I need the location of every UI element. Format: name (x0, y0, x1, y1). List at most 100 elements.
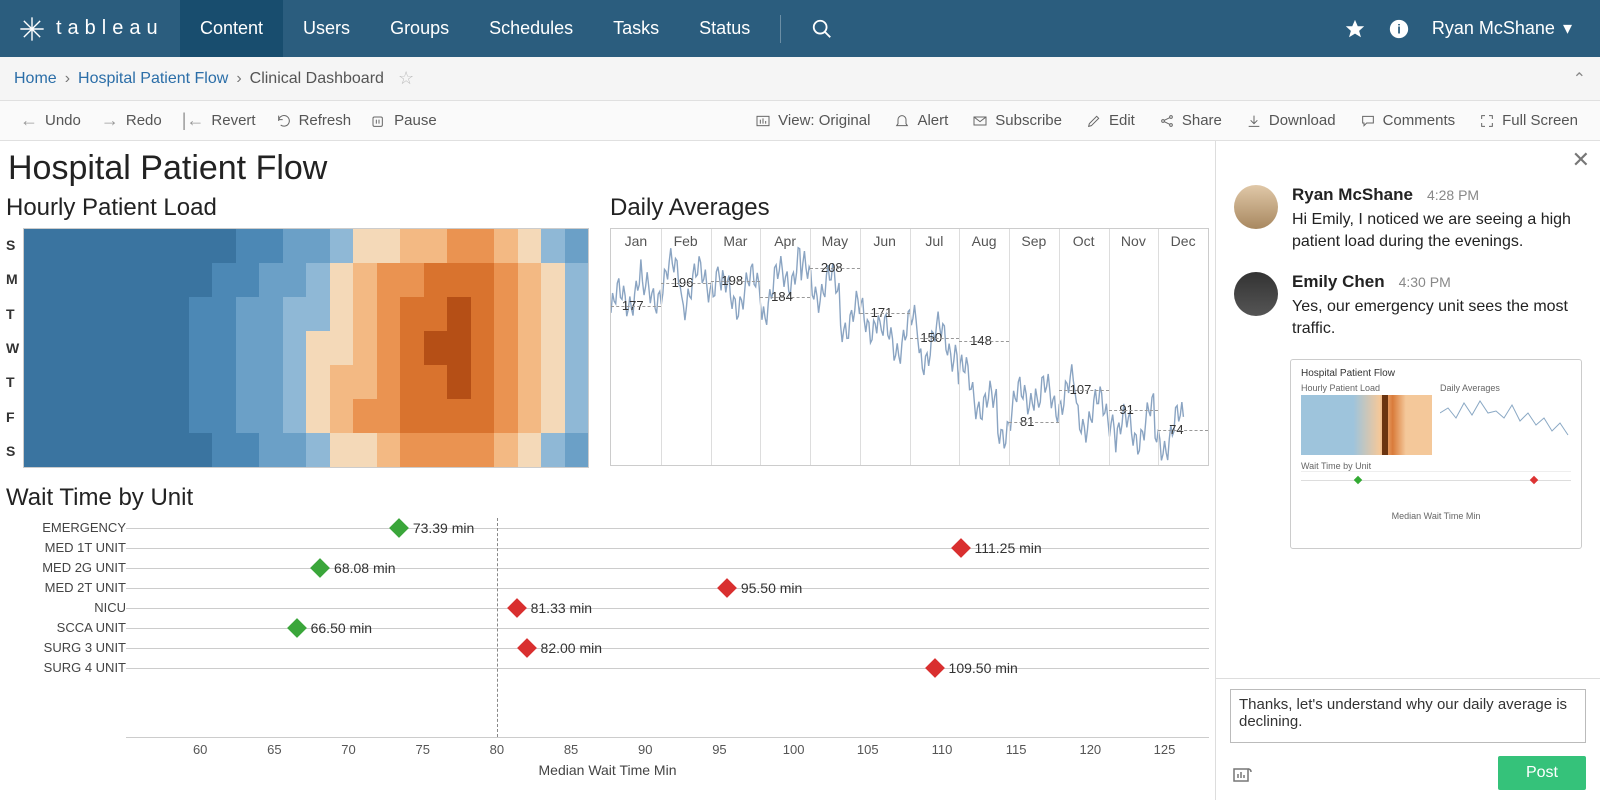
heatmap-cell[interactable] (189, 263, 213, 297)
heatmap-cell[interactable] (447, 263, 471, 297)
heatmap-cell[interactable] (95, 229, 119, 263)
tableau-logo[interactable]: tableau (0, 0, 180, 57)
heatmap-cell[interactable] (471, 263, 495, 297)
alert-button[interactable]: Alert (882, 108, 960, 133)
heatmap-cell[interactable] (518, 433, 542, 467)
subscribe-button[interactable]: Subscribe (960, 108, 1074, 133)
heatmap-cell[interactable] (471, 331, 495, 365)
heatmap-cell[interactable] (518, 263, 542, 297)
heatmap-cell[interactable] (400, 297, 424, 331)
heatmap-cell[interactable] (165, 263, 189, 297)
redo-button[interactable]: →Redo (91, 106, 172, 135)
heatmap-cell[interactable] (48, 331, 72, 365)
heatmap-cell[interactable] (259, 399, 283, 433)
heatmap-cell[interactable] (189, 433, 213, 467)
heatmap-cell[interactable] (541, 399, 565, 433)
heatmap-cell[interactable] (283, 297, 307, 331)
heatmap-cell[interactable] (424, 263, 448, 297)
heatmap-cell[interactable] (565, 433, 589, 467)
user-menu[interactable]: Ryan McShane ▾ (1432, 18, 1572, 39)
heatmap-cell[interactable] (259, 433, 283, 467)
heatmap-cell[interactable] (565, 365, 589, 399)
heatmap-cell[interactable] (565, 297, 589, 331)
nav-tab-tasks[interactable]: Tasks (593, 0, 679, 57)
heatmap-cell[interactable] (71, 229, 95, 263)
heatmap-cell[interactable] (377, 229, 401, 263)
heatmap-cell[interactable] (471, 297, 495, 331)
heatmap-cell[interactable] (447, 365, 471, 399)
breadcrumb-home[interactable]: Home (14, 70, 57, 88)
heatmap-cell[interactable] (353, 331, 377, 365)
heatmap-cell[interactable] (424, 297, 448, 331)
heatmap-cell[interactable] (71, 297, 95, 331)
heatmap-cell[interactable] (142, 365, 166, 399)
edit-button[interactable]: Edit (1074, 108, 1147, 133)
undo-button[interactable]: ←Undo (10, 106, 91, 135)
heatmap-cell[interactable] (48, 365, 72, 399)
heatmap-cell[interactable] (494, 297, 518, 331)
heatmap-cell[interactable] (48, 263, 72, 297)
heatmap-cell[interactable] (189, 297, 213, 331)
heatmap-cell[interactable] (377, 331, 401, 365)
comments-button[interactable]: Comments (1348, 108, 1468, 133)
wait-point[interactable] (507, 598, 527, 618)
heatmap-cell[interactable] (95, 331, 119, 365)
nav-tab-groups[interactable]: Groups (370, 0, 469, 57)
heatmap-cell[interactable] (565, 331, 589, 365)
heatmap-cell[interactable] (189, 229, 213, 263)
heatmap-cell[interactable] (118, 365, 142, 399)
heatmap-cell[interactable] (142, 399, 166, 433)
heatmap-cell[interactable] (259, 365, 283, 399)
heatmap-cell[interactable] (24, 399, 48, 433)
heatmap-cell[interactable] (330, 399, 354, 433)
heatmap-cell[interactable] (24, 331, 48, 365)
heatmap-cell[interactable] (95, 433, 119, 467)
heatmap-cell[interactable] (189, 365, 213, 399)
heatmap-cell[interactable] (471, 433, 495, 467)
heatmap-cell[interactable] (400, 229, 424, 263)
heatmap-cell[interactable] (95, 297, 119, 331)
heatmap-cell[interactable] (353, 297, 377, 331)
nav-tab-status[interactable]: Status (679, 0, 770, 57)
heatmap-cell[interactable] (541, 229, 565, 263)
heatmap-cell[interactable] (541, 263, 565, 297)
heatmap-cell[interactable] (283, 263, 307, 297)
heatmap-cell[interactable] (518, 365, 542, 399)
heatmap-cell[interactable] (259, 297, 283, 331)
search-button[interactable] (791, 18, 853, 40)
heatmap-cell[interactable] (494, 263, 518, 297)
heatmap-cell[interactable] (306, 399, 330, 433)
heatmap-cell[interactable] (189, 331, 213, 365)
heatmap-cell[interactable] (353, 399, 377, 433)
heatmap-cell[interactable] (24, 297, 48, 331)
heatmap-cell[interactable] (71, 263, 95, 297)
heatmap-cell[interactable] (471, 365, 495, 399)
heatmap-cell[interactable] (518, 229, 542, 263)
wait-point[interactable] (951, 538, 971, 558)
heatmap-cell[interactable] (165, 331, 189, 365)
heatmap-cell[interactable] (424, 365, 448, 399)
heatmap-cell[interactable] (306, 229, 330, 263)
heatmap-cell[interactable] (306, 263, 330, 297)
revert-button[interactable]: |←Revert (172, 106, 266, 135)
wait-point[interactable] (389, 518, 409, 538)
heatmap-cell[interactable] (118, 229, 142, 263)
heatmap-cell[interactable] (165, 433, 189, 467)
wait-point[interactable] (925, 658, 945, 678)
breadcrumb-project[interactable]: Hospital Patient Flow (78, 70, 228, 88)
heatmap-grid[interactable] (23, 228, 589, 468)
info-icon[interactable]: i (1388, 18, 1410, 40)
heatmap-cell[interactable] (541, 433, 565, 467)
heatmap-cell[interactable] (71, 399, 95, 433)
heatmap-cell[interactable] (306, 365, 330, 399)
heatmap-cell[interactable] (447, 297, 471, 331)
heatmap-cell[interactable] (306, 433, 330, 467)
heatmap-cell[interactable] (518, 297, 542, 331)
heatmap-cell[interactable] (400, 433, 424, 467)
heatmap-cell[interactable] (212, 331, 236, 365)
heatmap-cell[interactable] (212, 365, 236, 399)
heatmap-cell[interactable] (565, 399, 589, 433)
heatmap-cell[interactable] (400, 331, 424, 365)
favorites-star-icon[interactable] (1344, 18, 1366, 40)
heatmap-cell[interactable] (424, 433, 448, 467)
